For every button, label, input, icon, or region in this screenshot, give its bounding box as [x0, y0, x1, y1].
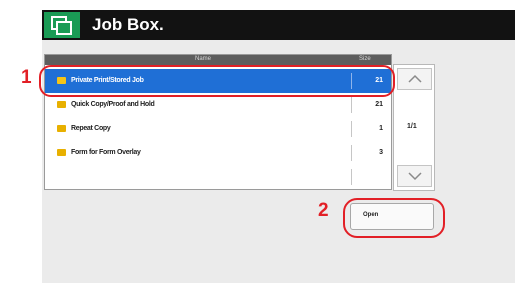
page-indicator: 1/1 [407, 123, 417, 130]
callout-highlight-1 [39, 65, 395, 97]
table-row[interactable]: Form for Form Overlay 3 [45, 141, 391, 166]
scroll-panel: 1/1 [393, 64, 435, 191]
title-bar: Job Box. [42, 10, 515, 40]
row-divider [351, 97, 352, 113]
row-name: Quick Copy/Proof and Hold [71, 101, 155, 108]
row-name: Form for Form Overlay [71, 149, 141, 156]
column-header-name: Name [195, 56, 212, 62]
row-name: Repeat Copy [71, 125, 111, 132]
folder-icon [57, 101, 66, 108]
callout-number-1: 1 [21, 67, 32, 88]
table-row[interactable] [45, 165, 391, 189]
table-row[interactable]: Repeat Copy 1 [45, 117, 391, 142]
row-divider [351, 121, 352, 137]
row-divider [351, 145, 352, 161]
table-header: Name Size [45, 55, 391, 65]
job-box-icon [44, 12, 80, 38]
row-count: 1 [379, 125, 383, 132]
folder-icon [57, 149, 66, 156]
chevron-up-icon [408, 74, 422, 83]
folder-icon [57, 125, 66, 132]
scroll-down-button[interactable] [397, 165, 432, 187]
callout-highlight-2 [343, 198, 445, 238]
scroll-up-button[interactable] [397, 68, 432, 90]
chevron-down-icon [408, 172, 422, 181]
row-count: 21 [375, 101, 383, 108]
row-divider [351, 169, 352, 185]
page-title: Job Box. [92, 15, 164, 34]
callout-number-2: 2 [318, 200, 329, 221]
row-count: 3 [379, 149, 383, 156]
column-header-size: Size [359, 56, 371, 62]
